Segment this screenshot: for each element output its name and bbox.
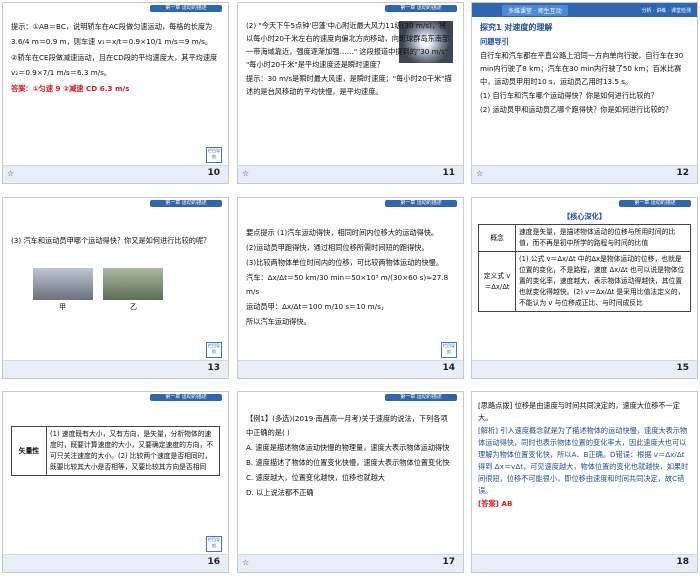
table-row: 定义式 v＝Δx/Δt (1) 公式 v＝Δx/Δt 中的Δx是物体运动的位移，…: [478, 251, 691, 312]
slide-header: 第一章 运动的描述: [3, 392, 228, 402]
section-tag: 多维课堂 · 师生互动: [502, 5, 568, 16]
slide-marker: ☆: [7, 169, 15, 178]
slide-footer: ☆ 17: [238, 554, 463, 572]
option-b: B. 速度描述了物体的位置变化快慢，速度大表示物体位置变化快: [246, 458, 450, 467]
nav-button[interactable]: 栏目导航: [206, 147, 222, 163]
slide-text: 自行车和汽车都在平直公路上沿同一方向单向行驶，自行车在30 min内行驶了8 k…: [480, 51, 684, 86]
slide-thumbnail[interactable]: 第一章 运动的描述 (2) "今天下午5点钟'巴蓬'中心附近最大风力11级(30…: [237, 2, 464, 184]
slide-number: 16: [207, 557, 220, 567]
slide-title: 探究1 对速度的理解: [480, 23, 553, 32]
slide-thumbnail[interactable]: 多维课堂 · 师生互动 分析 · 讲练 · 课堂检测 探究1 对速度的理解 问题…: [471, 2, 698, 184]
slide-footer: ☆ 12: [472, 165, 697, 183]
option-a: A. 速度是描述物体运动快慢的物理量，速度大表示物体运动得快: [246, 443, 450, 452]
slide-text: 要点提示 (1)汽车运动得快，相同时间内位移大的运动得快。: [246, 228, 439, 237]
section-banner: 多维课堂 · 师生互动 分析 · 讲练 · 课堂检测: [472, 3, 697, 17]
slide-body: 【例1】(多选)(2019·南昌高一月考)关于速度的说法，下列各项中正确的是( …: [246, 412, 453, 501]
nav-button[interactable]: 栏目导航: [441, 342, 457, 358]
slide-text: (1) 自行车和汽车哪个运动得快？你是如何进行比较的？: [480, 91, 658, 100]
slide-text: (2) "今天下午5点钟'巴蓬'中心附近最大风力11级(30 m/s)，将以每小…: [246, 21, 450, 69]
concept-table: 矢量性 (1) 速度既有大小，又有方向，是矢量，分析物体的速度时，既要计算速度的…: [11, 426, 220, 476]
slide-footer: 14: [238, 360, 463, 378]
slide-text: ②轿车在CE段做减速运动，且在CD段的平均速度大，其平均速度 v₂＝0.9×7/…: [11, 53, 218, 77]
slide-footer: ☆ 11: [238, 165, 463, 183]
slide-thumbnail[interactable]: 第一章 运动的描述 矢量性 (1) 速度既有大小，又有方向，是矢量，分析物体的速…: [2, 391, 229, 573]
slide-title: 【核心深化】: [562, 212, 607, 221]
slide-header: 第一章 运动的描述: [238, 392, 463, 402]
table-value: (1) 速度既有大小，又有方向，是矢量，分析物体的速度时，既要计算速度的大小，又…: [46, 426, 220, 476]
slide-thumbnail[interactable]: 第一章 运动的描述 (3) 汽车和运动员甲哪个运动得快？你又是如何进行比较的呢？…: [2, 197, 229, 379]
slide-text: (2) 运动员甲和运动员乙哪个跑得快？你是如何进行比较的？: [480, 105, 673, 114]
option-c: C. 速度越大，位置变化越快，位移也就越大: [246, 473, 385, 482]
table-key: 矢量性: [11, 426, 47, 476]
slide-subtitle: 问题导引: [480, 37, 509, 46]
option-d: D. 以上说法都不正确: [246, 488, 314, 497]
slide-number: 15: [676, 363, 689, 373]
slide-footer: 18: [472, 554, 697, 572]
table-value: 速度是矢量，是描述物体运动的位移与所用时间的比值，而不再是初中所学的路程与时间的…: [515, 224, 691, 252]
image-caption: 甲: [59, 303, 66, 311]
question-stem: 【例1】(多选)(2019·南昌高一月考)关于速度的说法，下列各项中正确的是( …: [246, 414, 448, 437]
runner-photo: [103, 268, 163, 300]
slide-header: 第一章 运动的描述: [3, 3, 228, 13]
slide-number: 12: [676, 168, 689, 178]
slide-body: 矢量性 (1) 速度既有大小，又有方向，是矢量，分析物体的速度时，既要计算速度的…: [11, 426, 220, 476]
answer-text: 答案：①匀速 9 ②减速 CD 6.3 m/s: [11, 84, 130, 93]
slide-text: (2)运动员甲跑得快，通过相同位移所需时间短的跑得快。: [246, 243, 429, 252]
slide-marker: ☆: [242, 169, 250, 178]
slide-body: (3) 汽车和运动员甲哪个运动得快？你又是如何进行比较的呢？: [11, 234, 218, 248]
slide-marker: ☆: [242, 558, 250, 567]
solution-answer: [答案] AB: [478, 499, 513, 508]
solution-hint: [思路点拨] 位移是由速度与时间共同决定的，速度大位移不一定大。: [478, 401, 680, 422]
slide-number: 17: [442, 557, 455, 567]
table-row: 概念 速度是矢量，是描述物体运动的位移与所用时间的比值，而不再是初中所学的路程与…: [478, 224, 691, 252]
slide-number: 13: [207, 363, 220, 373]
slide-number: 10: [207, 168, 220, 178]
slide-body: (2) "今天下午5点钟'巴蓬'中心附近最大风力11级(30 m/s)，将以每小…: [246, 19, 453, 99]
slide-header: 第一章 运动的描述: [238, 198, 463, 208]
solution-analysis: [解析] 引入速度概念就是为了描述物体的运动快慢，速度大表示物体运动得快，同时也…: [478, 426, 689, 495]
slide-thumbnail[interactable]: [思路点拨] 位移是由速度与时间共同决定的，速度大位移不一定大。 [解析] 引入…: [471, 391, 698, 573]
slide-footer: 15: [472, 360, 697, 378]
slide-body: [思路点拨] 位移是由速度与时间共同决定的，速度大位移不一定大。 [解析] 引入…: [478, 400, 691, 511]
slide-body: 【核心深化】 概念 速度是矢量，是描述物体运动的位移与所用时间的比值，而不再是初…: [478, 210, 691, 312]
nav-button[interactable]: 栏目导航: [206, 342, 222, 358]
slide-marker: ☆: [476, 169, 484, 178]
car-photo: [33, 268, 93, 300]
slide-number: 11: [442, 168, 455, 178]
slide-thumbnail[interactable]: 第一章 运动的描述 提示：①AB＝BC，说明轿车在AC段做匀速运动，每格的长度为…: [2, 2, 229, 184]
slide-text: 所以汽车运动得快。: [246, 317, 311, 326]
formula-text: 汽车：Δx/Δt＝50 km/30 min＝50×10³ m/(30×60 s)…: [246, 273, 449, 296]
section-nav: 分析 · 讲练 · 课堂检测: [641, 8, 691, 14]
concept-table: 概念 速度是矢量，是描述物体运动的位移与所用时间的比值，而不再是初中所学的路程与…: [478, 224, 691, 312]
table-value: (1) 公式 v＝Δx/Δt 中的Δx是物体运动的位移，也就是位置的变化，不是路…: [515, 251, 691, 312]
slide-number: 14: [442, 363, 455, 373]
slide-text: 提示：①AB＝BC，说明轿车在AC段做匀速运动，每格的长度为 3.6/4 m＝0…: [11, 22, 213, 46]
slide-header: 第一章 运动的描述: [472, 198, 697, 208]
slide-text: (3) 汽车和运动员甲哪个运动得快？你又是如何进行比较的呢？: [11, 236, 211, 245]
slide-text: (3)比较两物体单位时间内的位移，可比较两物体运动的快慢。: [246, 258, 444, 267]
slide-thumbnail[interactable]: 第一章 运动的描述 【例1】(多选)(2019·南昌高一月考)关于速度的说法，下…: [237, 391, 464, 573]
slide-header: 第一章 运动的描述: [3, 198, 228, 208]
table-row: 矢量性 (1) 速度既有大小，又有方向，是矢量，分析物体的速度时，既要计算速度的…: [11, 426, 220, 476]
table-key: 概念: [478, 224, 516, 252]
table-key: 定义式 v＝Δx/Δt: [478, 251, 516, 312]
slide-body: 提示：①AB＝BC，说明轿车在AC段做匀速运动，每格的长度为 3.6/4 m＝0…: [11, 19, 218, 97]
slide-header: 第一章 运动的描述: [238, 3, 463, 13]
nav-button[interactable]: 栏目导航: [206, 536, 222, 552]
slide-footer: 13: [3, 360, 228, 378]
slide-number: 18: [676, 557, 689, 567]
slide-thumbnail[interactable]: 第一章 运动的描述 【核心深化】 概念 速度是矢量，是描述物体运动的位移与所用时…: [471, 197, 698, 379]
image-caption: 乙: [130, 303, 137, 311]
slide-footer: ☆ 10: [3, 165, 228, 183]
formula-text: 运动员甲：Δx/Δt＝100 m/10 s＝10 m/s，: [246, 302, 389, 311]
slide-thumbnail[interactable]: 第一章 运动的描述 要点提示 (1)汽车运动得快，相同时间内位移大的运动得快。 …: [237, 197, 464, 379]
slide-body: 要点提示 (1)汽车运动得快，相同时间内位移大的运动得快。 (2)运动员甲跑得快…: [246, 226, 453, 330]
slide-text: 提示：30 m/s是瞬时最大风速，是瞬时速度；"每小时20千米"描述的是台风移动…: [246, 74, 452, 96]
slide-body: 探究1 对速度的理解 问题导引 自行车和汽车都在平直公路上沿同一方向单向行驶，自…: [480, 21, 687, 117]
slide-footer: 16: [3, 554, 228, 572]
